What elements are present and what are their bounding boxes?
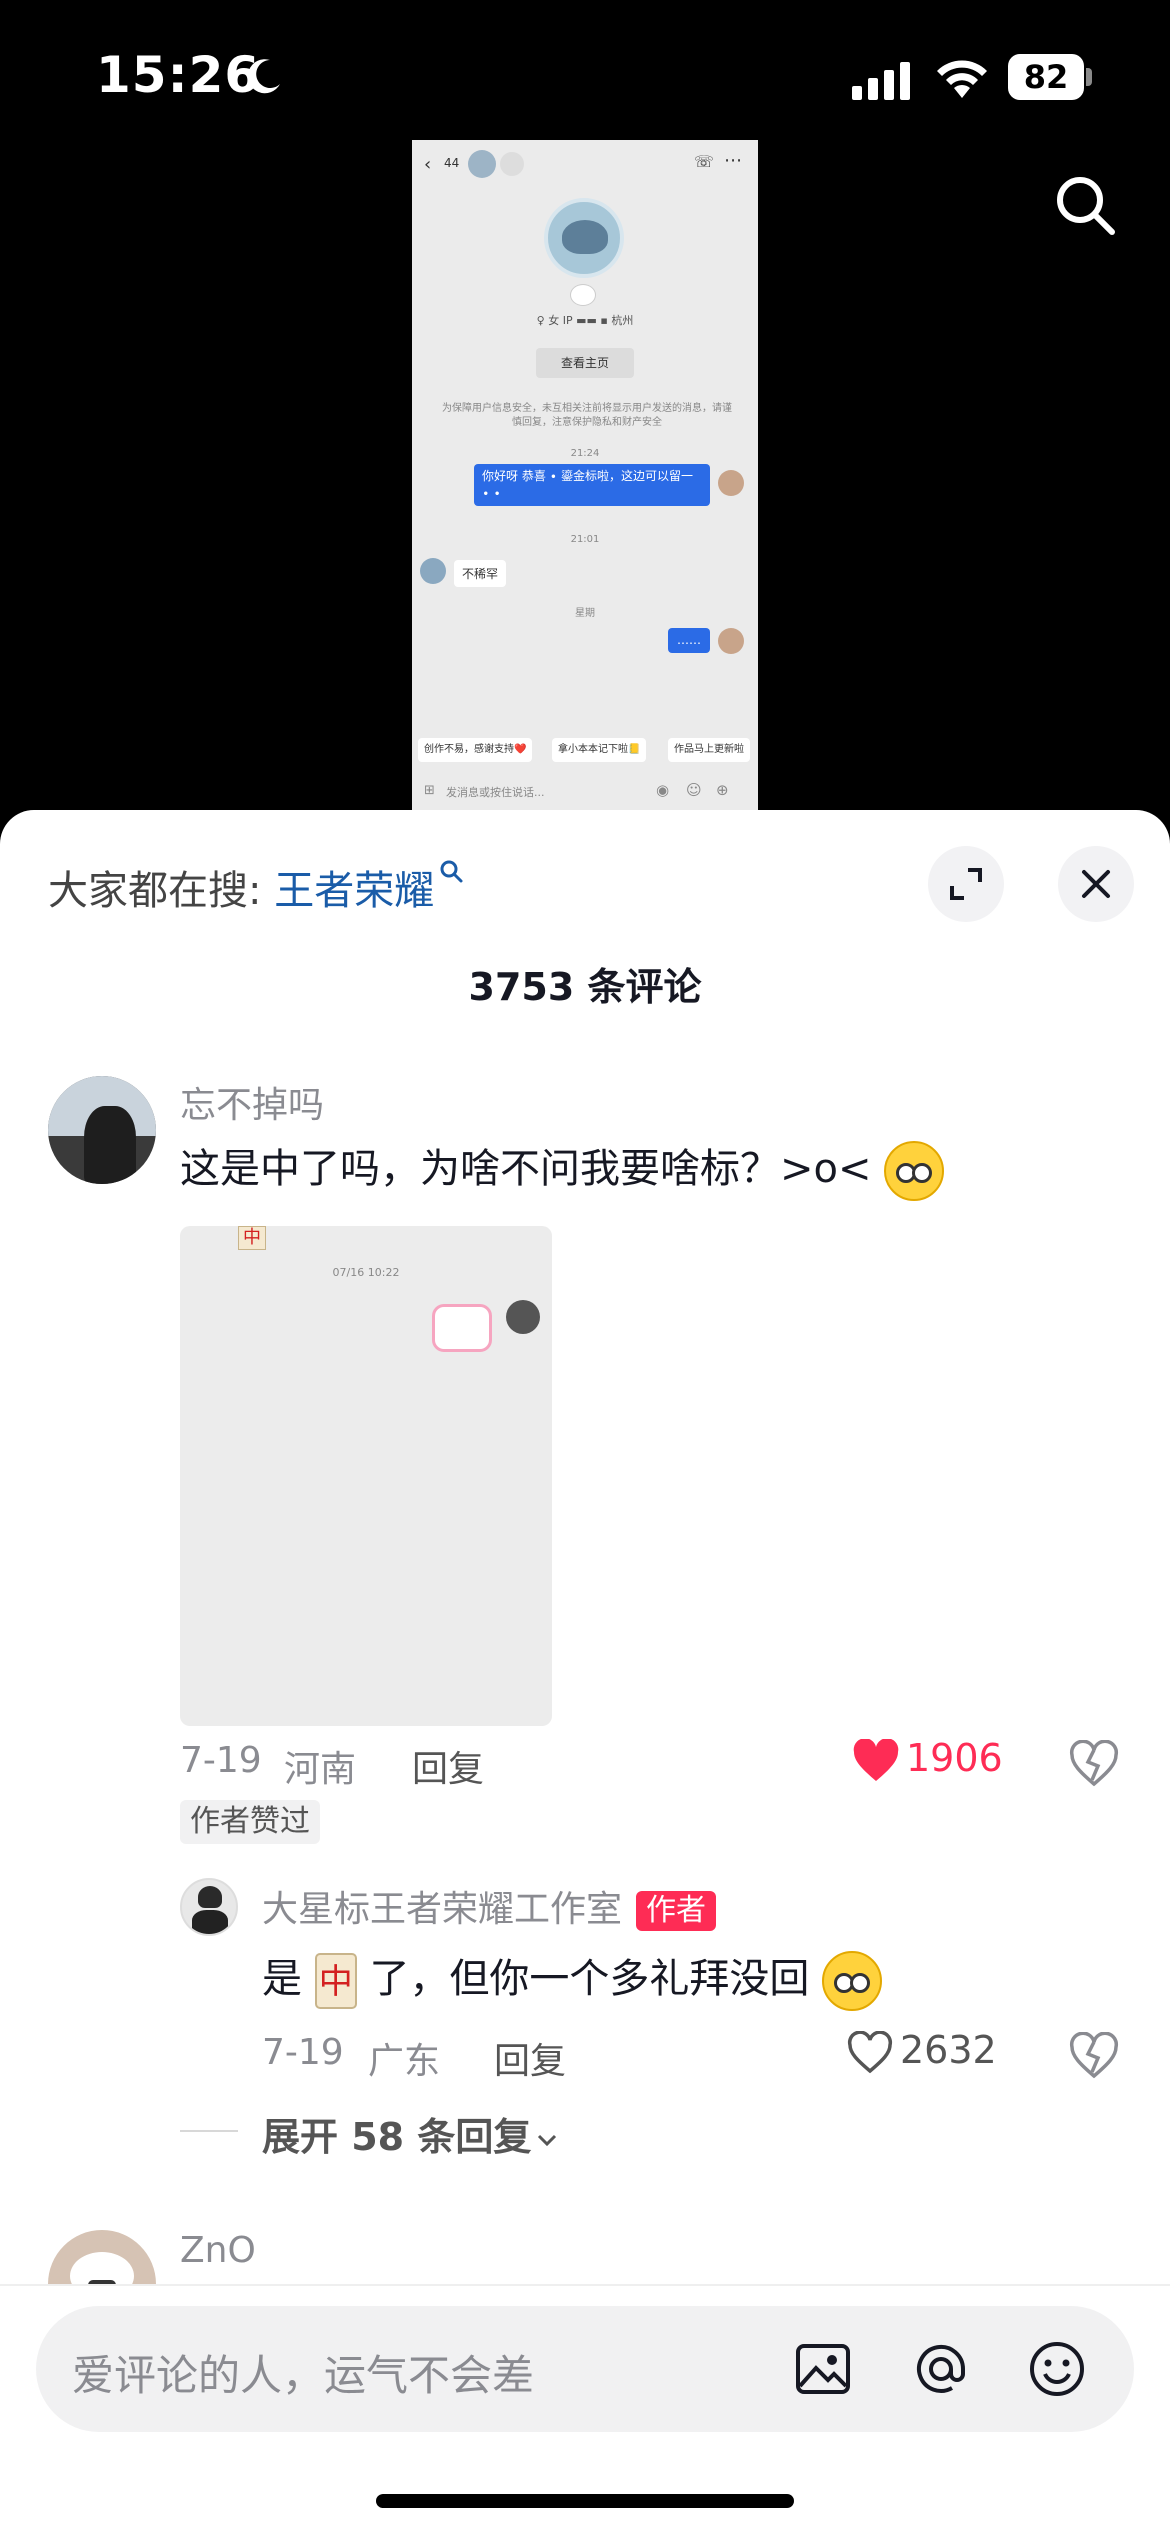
search-icon[interactable] [1052, 172, 1118, 238]
battery-indicator: 82 [1008, 54, 1092, 100]
reply-text-after: 了，但你一个多礼拜没回 [369, 1956, 810, 2002]
close-button[interactable] [1058, 846, 1134, 922]
avatar [506, 1300, 540, 1334]
like-button[interactable]: 1906 [852, 1736, 1003, 1783]
status-time: 15:26 [96, 46, 261, 104]
shark-avatar-art [562, 220, 608, 254]
emoji-icon[interactable] [1026, 2338, 1088, 2400]
status-bar: 15:26 82 [0, 0, 1170, 150]
chat-bubble-sent: …… [668, 628, 710, 653]
grin-sweat-emoji-icon [822, 1951, 883, 2011]
add-icon: ⊕ [716, 781, 729, 799]
avatar [468, 150, 496, 178]
comment-input[interactable]: 爱评论的人，运气不会差 [36, 2306, 1134, 2432]
expand-sheet-button[interactable] [928, 846, 1004, 922]
avatar [500, 152, 524, 176]
quick-reply: 拿小本本记下啦📒 [552, 738, 647, 762]
view-profile-button: 查看主页 [536, 348, 634, 378]
comment-image[interactable]: 中 07/16 10:22 [180, 1226, 552, 1726]
quick-reply: 作品马上更新啦 [668, 738, 750, 762]
author-tag: 作者 [636, 1891, 717, 1931]
back-icon: ‹ [424, 154, 432, 175]
video-preview[interactable]: ‹ 44 ☏ ⋯ ♀ 女 IP ▬▬ ▪ 杭州 查看主页 为保障用户信息安全，未… [412, 140, 758, 810]
avatar[interactable] [48, 1076, 156, 1184]
close-icon [1082, 870, 1110, 898]
comments-sheet: 大家都在搜: 王者荣耀 3753 条评论 忘不掉吗 这是中了吗，为啥不问我要啥标… [0, 810, 1170, 2532]
divider [180, 2130, 238, 2132]
voice-icon: ◉ [656, 781, 670, 799]
expand-replies-button[interactable]: 展开 58 条回复 [262, 2106, 559, 2161]
chat-header: ‹ 44 ☏ ⋯ [412, 140, 758, 184]
wifi-icon [937, 60, 987, 98]
quick-reply: 创作不易，感谢支持❤️ [418, 738, 533, 762]
reply-date: 7-19 [262, 2032, 344, 2073]
hot-search-prefix: 大家都在搜: [48, 868, 275, 914]
hot-search-keyword[interactable]: 王者荣耀 [274, 868, 434, 914]
chat-bubble-sent: 你好呀 恭喜 ∙ 鎏金标啦，这边可以留一 ∙ ∙ [474, 464, 710, 506]
more-icon: ⋯ [724, 150, 742, 171]
apps-icon: ⊞ [424, 783, 435, 798]
reply-button[interactable]: 回复 [494, 2032, 566, 2084]
reply-text-before: 是 [262, 1956, 302, 2002]
battery-level: 82 [1008, 54, 1084, 100]
avatar-hair [198, 1886, 222, 1908]
comment-text-body: 这是中了吗，为啥不问我要啥标？>o< [180, 1146, 872, 1192]
heart-outline-icon [847, 2030, 893, 2073]
image-timestamp: 07/16 10:22 [332, 1266, 400, 1279]
dislike-icon[interactable] [1068, 1740, 1120, 1788]
profile-badge [570, 284, 596, 306]
heart-filled-icon [853, 1738, 899, 1781]
mahjong-tile-icon: 中 [314, 1953, 357, 2009]
like-count: 1906 [906, 1736, 1003, 1780]
chat-timestamp: 星期 [575, 608, 595, 619]
comment-date: 7-19 [180, 1740, 262, 1781]
chat-timestamp: 21:01 [570, 534, 600, 545]
reply-username[interactable]: 大星标王者荣耀工作室 [262, 1889, 622, 1930]
comment-input-placeholder: 爱评论的人，运气不会差 [72, 2351, 535, 2400]
comment-input-bar: 爱评论的人，运气不会差 [0, 2284, 1170, 2532]
home-indicator[interactable] [376, 2494, 794, 2508]
image-icon[interactable] [792, 2338, 854, 2400]
comment-username[interactable]: 忘不掉吗 [180, 1076, 324, 1128]
moon-icon [247, 59, 280, 94]
avatar [718, 470, 744, 496]
avatar [718, 628, 744, 654]
like-button[interactable]: 2632 [846, 2028, 997, 2075]
reply-location: 广东 [368, 2041, 441, 2082]
avatar-figure [84, 1106, 136, 1184]
phone-icon: ☏ [694, 152, 715, 171]
hot-search[interactable]: 大家都在搜: 王者荣耀 [48, 858, 464, 916]
author-liked-badge: 作者赞过 [180, 1800, 320, 1844]
comment-text: 这是中了吗，为啥不问我要啥标？>o< [180, 1136, 945, 1201]
emoji-icon: ☺ [686, 781, 702, 799]
safety-notice: 为保障用户信息安全，未互相关注前将显示用户发送的消息，请谨慎回复，注意保护隐私和… [442, 403, 732, 428]
avatar-suit [192, 1910, 228, 1934]
chat-input: ⊞ 发消息或按住说话... ◉ ☺ ⊕ [420, 776, 750, 806]
cellular-signal-icon [852, 62, 910, 100]
expand-icon [950, 868, 982, 900]
chat-bubble-received: 不稀罕 [454, 560, 507, 587]
reply-username-row: 大星标王者荣耀工作室 作者 [262, 1880, 717, 1932]
comment-location: 河南 [284, 1749, 357, 1790]
dislike-icon[interactable] [1068, 2032, 1120, 2080]
avatar [420, 558, 446, 584]
chat-input-placeholder: 发消息或按住说话... [446, 786, 545, 799]
reply-text: 是 中 了，但你一个多礼拜没回 [262, 1946, 883, 2011]
profile-tags: ♀ 女 IP ▬▬ ▪ 杭州 [536, 314, 634, 327]
like-count: 2632 [900, 2028, 997, 2072]
mahjong-tile-icon: 中 [238, 1226, 266, 1250]
emoji-icon [884, 1141, 945, 1201]
sticker-image [432, 1304, 492, 1352]
comment-count: 3753 条评论 [468, 965, 702, 1009]
chat-timestamp: 21:24 [570, 448, 600, 459]
unread-count: 44 [444, 156, 460, 170]
battery-cap [1086, 68, 1092, 86]
at-mention-icon[interactable] [910, 2338, 972, 2400]
reply-button[interactable]: 回复 [412, 1740, 484, 1792]
comment-username[interactable]: ZnO [180, 2230, 256, 2271]
search-icon [440, 860, 463, 883]
expand-replies-label: 展开 58 条回复 [262, 2115, 532, 2159]
chevron-down-icon [538, 2134, 557, 2146]
avatar[interactable] [180, 1878, 238, 1936]
